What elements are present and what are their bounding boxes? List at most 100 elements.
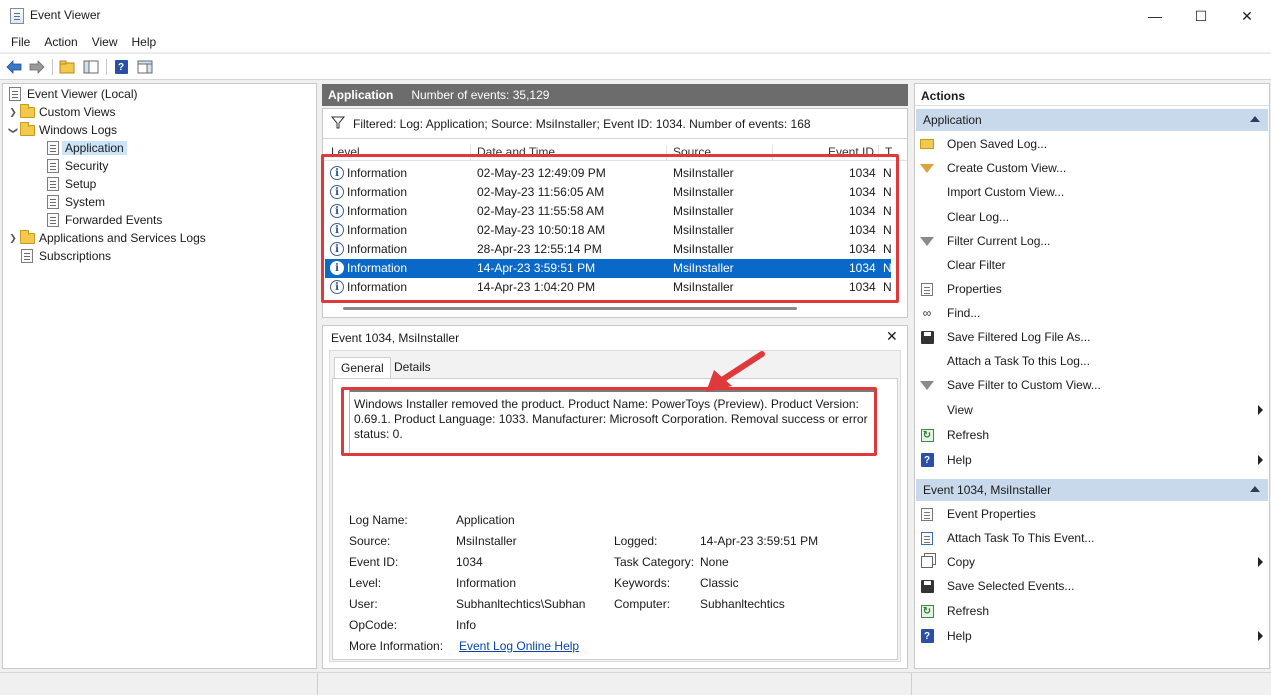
copy-icon [919,554,935,570]
tree-item-application[interactable]: Application [45,139,127,157]
action-filter-current-log[interactable]: Filter Current Log... [919,230,1265,252]
label-opcode: OpCode: [349,618,398,632]
tree-label: Forwarded Events [65,213,163,227]
menu-bar: File Action View Help [0,32,1271,52]
show-hide-action-pane-icon[interactable] [136,58,154,76]
show-hide-tree-icon[interactable] [82,58,100,76]
open-folder-icon[interactable] [58,58,76,76]
action-refresh-event[interactable]: ↻ Refresh [919,600,1265,622]
tree-item-security[interactable]: Security [45,157,108,175]
filter-funnel-icon [330,116,346,132]
collapse-arrow-icon[interactable] [1250,116,1260,122]
label-logged: Logged: [614,534,658,548]
tree-item-forwarded-events[interactable]: Forwarded Events [45,211,162,229]
menu-file[interactable]: File [4,35,37,49]
action-label: Copy [947,555,976,569]
action-save-filter-to-custom-view[interactable]: Save Filter to Custom View... [919,374,1265,396]
tree-item-subscriptions[interactable]: Subscriptions [19,247,111,265]
value-opcode: Info [456,618,477,632]
help-icon[interactable]: ? [112,58,130,76]
action-refresh[interactable]: ↻ Refresh [919,424,1265,446]
tree-item-setup[interactable]: Setup [45,175,96,193]
action-view[interactable]: View [919,399,1265,421]
tree-label: Windows Logs [39,123,118,137]
action-import-custom-view[interactable]: Import Custom View... [919,181,1265,203]
tree-label: Application [62,141,127,155]
action-clear-log[interactable]: Clear Log... [919,206,1265,228]
action-properties[interactable]: Properties [919,278,1265,300]
properties-icon [919,506,935,522]
chevron-down-icon[interactable]: ❯ [8,124,19,136]
folder-icon [19,229,35,246]
chevron-right-icon[interactable]: ❯ [7,233,19,244]
title-bar: Event Viewer — ☐ ✕ [0,0,1271,32]
action-open-saved-log[interactable]: Open Saved Log... [919,133,1265,155]
minimize-button[interactable]: — [1132,0,1178,32]
submenu-arrow-icon [1258,405,1263,415]
action-create-custom-view[interactable]: Create Custom View... [919,157,1265,179]
log-header: Application Number of events: 35,129 [322,84,908,106]
value-source: MsiInstaller [456,534,517,548]
value-logged: 14-Apr-23 3:59:51 PM [700,534,819,548]
tree-item-system[interactable]: System [45,193,105,211]
action-label: Save Filtered Log File As... [947,330,1091,344]
action-attach-task-to-event[interactable]: Attach Task To This Event... [919,527,1265,549]
value-task-category: None [700,555,729,569]
menu-action[interactable]: Action [37,35,84,49]
label-event-id: Event ID: [349,555,399,569]
actions-section-event[interactable]: Event 1034, MsiInstaller [916,479,1268,501]
close-button[interactable]: ✕ [1224,0,1270,32]
action-help[interactable]: ? Help [919,449,1265,471]
tab-details[interactable]: Details [388,357,437,377]
task-icon [919,530,935,546]
menu-help[interactable]: Help [125,35,164,49]
log-title: Application [328,88,394,102]
value-user: Subhanltechtics\Subhan [456,597,586,611]
maximize-button[interactable]: ☐ [1178,0,1224,32]
tree-item-custom-views[interactable]: ❯ Custom Views [7,103,115,121]
action-attach-task-to-log[interactable]: Attach a Task To this Log... [919,350,1265,372]
log-icon [45,213,61,228]
actions-section-application[interactable]: Application [916,109,1268,131]
menu-view[interactable]: View [85,35,125,49]
action-save-filtered-log-file-as[interactable]: Save Filtered Log File As... [919,326,1265,348]
toolbar-separator [106,59,107,75]
window-title: Event Viewer [30,8,101,22]
horizontal-scrollbar[interactable] [343,307,797,310]
label-level: Level: [349,576,382,590]
tree-item-event-viewer-local[interactable]: Event Viewer (Local) [7,85,138,103]
action-help-event[interactable]: ? Help [919,625,1265,647]
close-icon[interactable]: ✕ [886,328,898,345]
value-log-name: Application [456,513,515,527]
filter-funnel-icon [919,377,935,393]
action-label: Open Saved Log... [947,137,1048,151]
action-save-selected-events[interactable]: Save Selected Events... [919,575,1265,597]
action-label: Event Properties [947,507,1036,521]
action-copy[interactable]: Copy [919,551,1265,573]
tree-label: Setup [65,177,97,191]
tree-item-windows-logs[interactable]: ❯ Windows Logs [7,121,117,139]
tree-label: Event Viewer (Local) [27,87,138,101]
collapse-arrow-icon[interactable] [1250,486,1260,492]
label-computer: Computer: [614,597,671,611]
event-log-online-help-link[interactable]: Event Log Online Help [459,639,579,653]
label-keywords: Keywords: [614,576,671,590]
event-count: Number of events: 35,129 [411,88,550,102]
log-icon [45,177,61,192]
tree-item-applications-and-services-logs[interactable]: ❯ Applications and Services Logs [7,229,206,247]
forward-arrow-icon[interactable] [28,58,46,76]
event-viewer-app-icon [10,8,24,24]
tree-label: System [65,195,106,209]
properties-icon [919,281,935,297]
tree-label: Security [65,159,109,173]
action-clear-filter[interactable]: Clear Filter [919,254,1265,276]
action-label: Help [947,453,972,467]
action-label: Help [947,629,972,643]
tab-general[interactable]: General [334,357,391,378]
back-arrow-icon[interactable] [5,58,23,76]
action-event-properties[interactable]: Event Properties [919,503,1265,525]
tree-label: Subscriptions [39,249,112,263]
action-find[interactable]: ∞ Find... [919,302,1265,324]
submenu-arrow-icon [1258,455,1263,465]
chevron-right-icon[interactable]: ❯ [7,107,19,118]
